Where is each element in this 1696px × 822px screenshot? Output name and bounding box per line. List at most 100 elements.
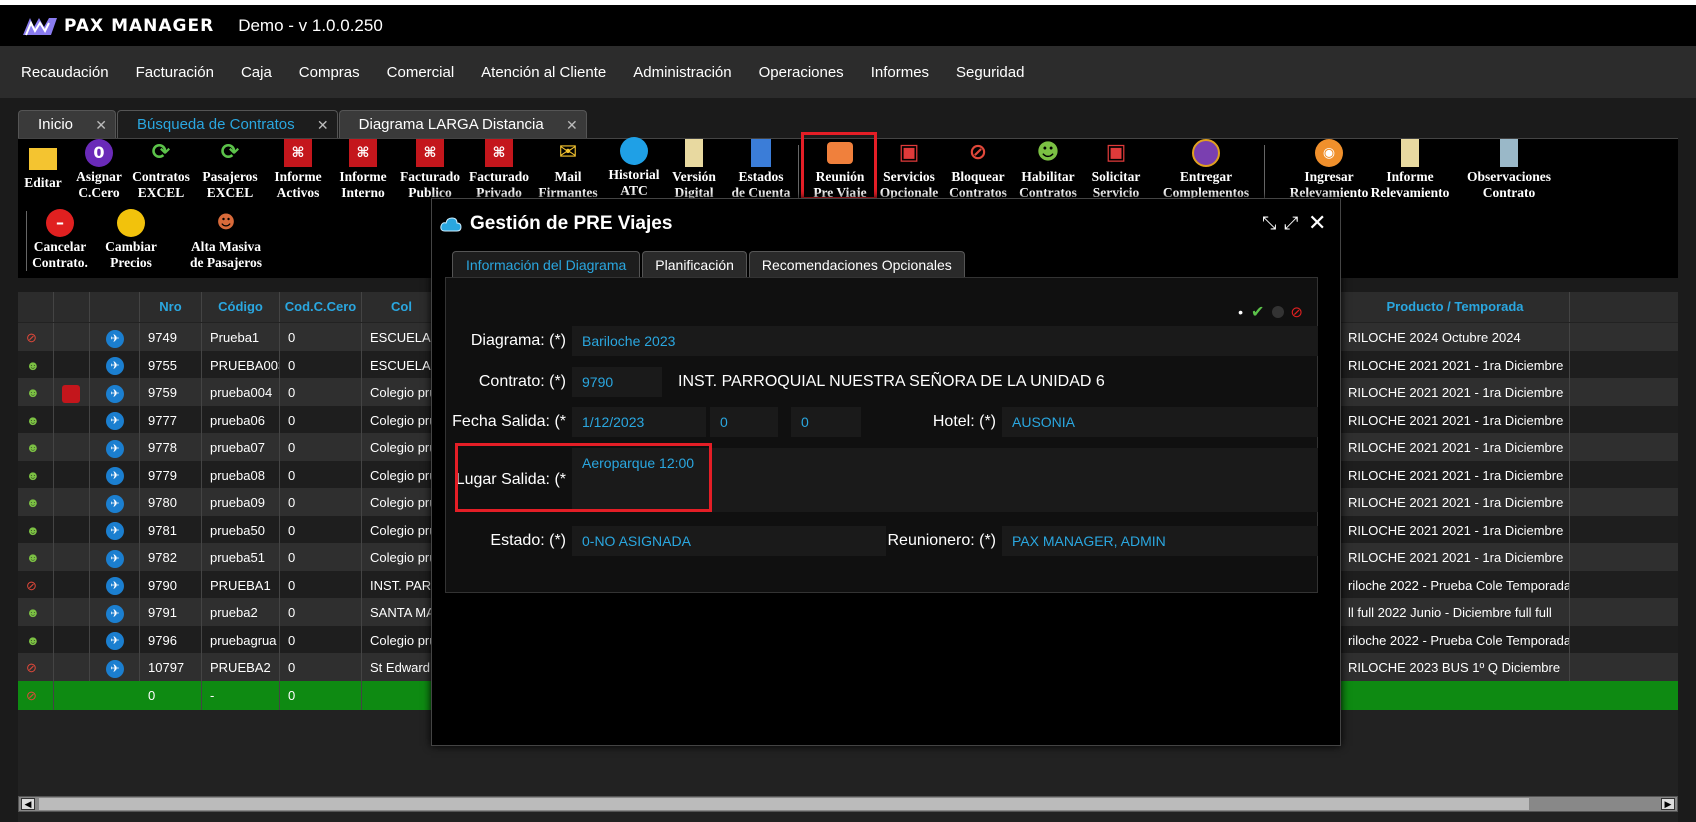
hotel-field[interactable]: AUSONIA xyxy=(1002,407,1318,437)
menu-administracion[interactable]: Administración xyxy=(633,64,731,81)
column-header[interactable] xyxy=(90,292,140,322)
highlight-reunion-button xyxy=(801,132,877,200)
plane-icon[interactable]: ✈ xyxy=(106,329,124,348)
menu-atencion-cliente[interactable]: Atención al Cliente xyxy=(481,64,606,81)
plane-icon[interactable]: ✈ xyxy=(106,467,124,486)
tab-busqueda-contratos[interactable]: Búsqueda de Contratos ✕ xyxy=(117,110,338,138)
plane-icon[interactable]: ✈ xyxy=(106,632,124,651)
block-icon[interactable]: ⊘ xyxy=(26,330,37,345)
tab-informacion-diagrama[interactable]: Información del Diagrama xyxy=(452,251,641,277)
plane-icon[interactable]: ✈ xyxy=(106,549,124,568)
button-label: de Pasajeros xyxy=(189,255,263,270)
close-icon[interactable]: ✕ xyxy=(566,111,578,139)
user-check-icon[interactable]: ☻ xyxy=(26,358,40,373)
close-icon[interactable]: ✕ xyxy=(317,111,329,139)
close-icon[interactable]: ✕ xyxy=(1308,210,1326,236)
cambiar-precios-button[interactable]: Cambiar Precios xyxy=(91,209,171,271)
tab-diagrama-larga-distancia[interactable]: Diagrama LARGA Distancia ✕ xyxy=(338,110,587,139)
codigo-cell: prueba004 xyxy=(202,378,280,407)
alta-masiva-pasajeros-button[interactable]: ☻ Alta Masiva de Pasajeros xyxy=(166,209,286,271)
logo-text: PAX MANAGER xyxy=(64,15,215,36)
icon-cell: ✈ xyxy=(90,460,140,490)
block-icon[interactable]: ⊘ xyxy=(26,660,37,675)
contratos-excel-button[interactable]: ⟳ Contratos EXCEL xyxy=(121,139,201,201)
menu-facturacion[interactable]: Facturación xyxy=(136,64,214,81)
plane-icon[interactable]: ✈ xyxy=(106,604,124,623)
plane-icon[interactable]: ✈ xyxy=(106,357,124,376)
user-check-icon[interactable]: ☻ xyxy=(26,468,40,483)
fecha-hour-field[interactable]: 0 xyxy=(710,407,778,437)
user-check-icon[interactable]: ☻ xyxy=(26,550,40,565)
bloquear-contratos-button[interactable]: ⊘ Bloquear Contratos xyxy=(938,139,1018,201)
producto-cell: ll full 2022 Junio - Diciembre full full xyxy=(1340,598,1570,627)
user-check-icon[interactable]: ☻ xyxy=(26,385,40,400)
codigo-cell: prueba07 xyxy=(202,433,280,462)
user-check-icon[interactable]: ☻ xyxy=(26,633,40,648)
scroll-right-icon[interactable]: ▶ xyxy=(1661,798,1675,810)
plane-icon[interactable]: ✈ xyxy=(106,494,124,513)
menu-caja[interactable]: Caja xyxy=(241,64,272,81)
restore-icon[interactable]: ⤡ xyxy=(1262,213,1276,234)
tab-planificacion[interactable]: Planificación xyxy=(642,251,747,277)
user-check-icon[interactable]: ☻ xyxy=(26,413,40,428)
contrato-field[interactable]: 9790 xyxy=(572,367,662,397)
edit-icon xyxy=(29,148,57,170)
menu-recaudacion[interactable]: Recaudación xyxy=(21,64,109,81)
block-icon[interactable]: ⊘ xyxy=(26,578,37,593)
plane-icon[interactable]: ✈ xyxy=(106,659,124,678)
menu-informes[interactable]: Informes xyxy=(871,64,929,81)
menu-compras[interactable]: Compras xyxy=(299,64,360,81)
button-label: Bloquear xyxy=(951,169,1005,184)
plane-icon[interactable]: ✈ xyxy=(106,384,124,403)
icon-cell xyxy=(54,598,90,627)
informe-relevamiento-button[interactable]: Informe Relevamiento xyxy=(1360,139,1460,201)
plane-icon[interactable]: ✈ xyxy=(106,577,124,596)
entregar-complementos-button[interactable]: Entregar Complementos xyxy=(1146,139,1266,201)
column-header[interactable] xyxy=(54,292,90,322)
icon-cell xyxy=(54,625,90,655)
cancelar-contrato-button[interactable]: – Cancelar Contrato. xyxy=(20,209,100,271)
button-label: Facturado xyxy=(400,169,460,184)
reunionero-field[interactable]: PAX MANAGER, ADMIN xyxy=(1002,526,1318,556)
diagrama-field[interactable]: Bariloche 2023 xyxy=(572,326,1318,356)
facturado-privado-button[interactable]: ⌘ Facturado Privado xyxy=(459,139,539,201)
plane-icon[interactable]: ✈ xyxy=(106,412,124,431)
column-header-codigo[interactable]: Código xyxy=(202,292,280,322)
tab-label: Diagrama LARGA Distancia xyxy=(358,116,544,133)
estados-de-cuenta-button[interactable]: Estados de Cuenta xyxy=(721,139,801,201)
tab-inicio[interactable]: Inicio ✕ xyxy=(18,110,117,139)
block-icon[interactable]: ⊘ xyxy=(26,688,37,703)
column-header-producto[interactable]: Producto / Temporada xyxy=(1340,292,1570,322)
menu-seguridad[interactable]: Seguridad xyxy=(956,64,1024,81)
button-label: Observaciones xyxy=(1467,169,1551,184)
menu-operaciones[interactable]: Operaciones xyxy=(759,64,844,81)
scroll-left-icon[interactable]: ◀ xyxy=(21,798,35,810)
column-header-cod-ccero[interactable]: Cod.C.Cero xyxy=(280,292,362,322)
solicitar-servicio-button[interactable]: ▣ Solicitar Servicio xyxy=(1076,139,1156,201)
user-check-icon[interactable]: ☻ xyxy=(26,605,40,620)
servicios-opcionales-button[interactable]: ▣ Servicios Opcionale xyxy=(869,139,949,201)
icon-cell xyxy=(54,460,90,490)
fecha-minute-field[interactable]: 0 xyxy=(791,407,861,437)
scroll-thumb[interactable] xyxy=(39,798,1529,810)
cancel-icon[interactable]: ⊘ xyxy=(1290,303,1303,321)
close-icon[interactable]: ✕ xyxy=(95,111,107,139)
tab-recomendaciones-opcionales[interactable]: Recomendaciones Opcionales xyxy=(748,251,965,277)
column-header-col[interactable]: Col xyxy=(362,292,442,322)
plane-icon[interactable]: ✈ xyxy=(106,439,124,458)
user-check-icon[interactable]: ☻ xyxy=(26,523,40,538)
check-icon[interactable]: ✔ xyxy=(1251,302,1264,322)
menu-comercial[interactable]: Comercial xyxy=(387,64,455,81)
estado-field[interactable]: 0-NO ASIGNADA xyxy=(572,526,886,556)
column-header[interactable] xyxy=(18,292,54,322)
observaciones-contrato-button[interactable]: Observaciones Contrato xyxy=(1454,139,1564,201)
facturado-publico-button[interactable]: ⌘ Facturado Publico xyxy=(390,139,470,201)
user-check-icon[interactable]: ☻ xyxy=(26,440,40,455)
maximize-icon[interactable]: ⤢ xyxy=(1284,213,1298,234)
fecha-salida-field[interactable]: 1/12/2023 xyxy=(572,407,706,437)
document-tabs: Inicio ✕ Búsqueda de Contratos ✕ Diagrama … xyxy=(18,110,588,138)
column-header-nro[interactable]: Nro xyxy=(140,292,202,322)
pdf-icon[interactable] xyxy=(62,384,80,403)
plane-icon[interactable]: ✈ xyxy=(106,522,124,541)
user-check-icon[interactable]: ☻ xyxy=(26,495,40,510)
